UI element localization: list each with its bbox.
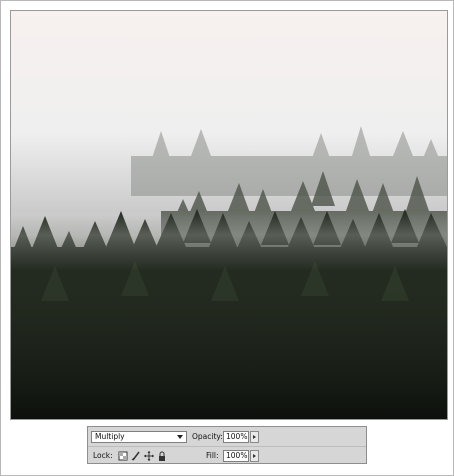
lock-transparent-pixels-icon[interactable] [118, 451, 128, 461]
opacity-label: Opacity: [192, 432, 223, 441]
opacity-slider-button[interactable] [250, 431, 259, 443]
lock-all-icon[interactable] [157, 451, 167, 461]
fill-slider-button[interactable] [250, 450, 259, 462]
chevron-down-icon [177, 435, 183, 439]
lock-label: Lock: [93, 451, 113, 460]
lock-image-pixels-icon[interactable] [131, 451, 141, 461]
layers-panel-options: Multiply Opacity: 100% Lock: Fill: 100% [87, 426, 367, 464]
fill-input[interactable]: 100% [223, 450, 249, 462]
foggy-forest-illustration [11, 11, 447, 419]
opacity-value: 100% [226, 432, 248, 441]
foggy-forest-image [10, 10, 448, 420]
opacity-input[interactable]: 100% [223, 431, 249, 443]
document-window: Multiply Opacity: 100% Lock: Fill: 100% [0, 0, 454, 476]
layers-panel-bottom-row: Lock: Fill: 100% [88, 446, 366, 465]
fill-label: Fill: [206, 451, 219, 460]
lock-position-icon[interactable] [144, 451, 154, 461]
fill-value: 100% [226, 451, 248, 460]
blend-mode-value: Multiply [95, 432, 125, 441]
layers-panel-top-row: Multiply Opacity: 100% [88, 428, 366, 446]
blend-mode-dropdown[interactable]: Multiply [91, 431, 187, 443]
